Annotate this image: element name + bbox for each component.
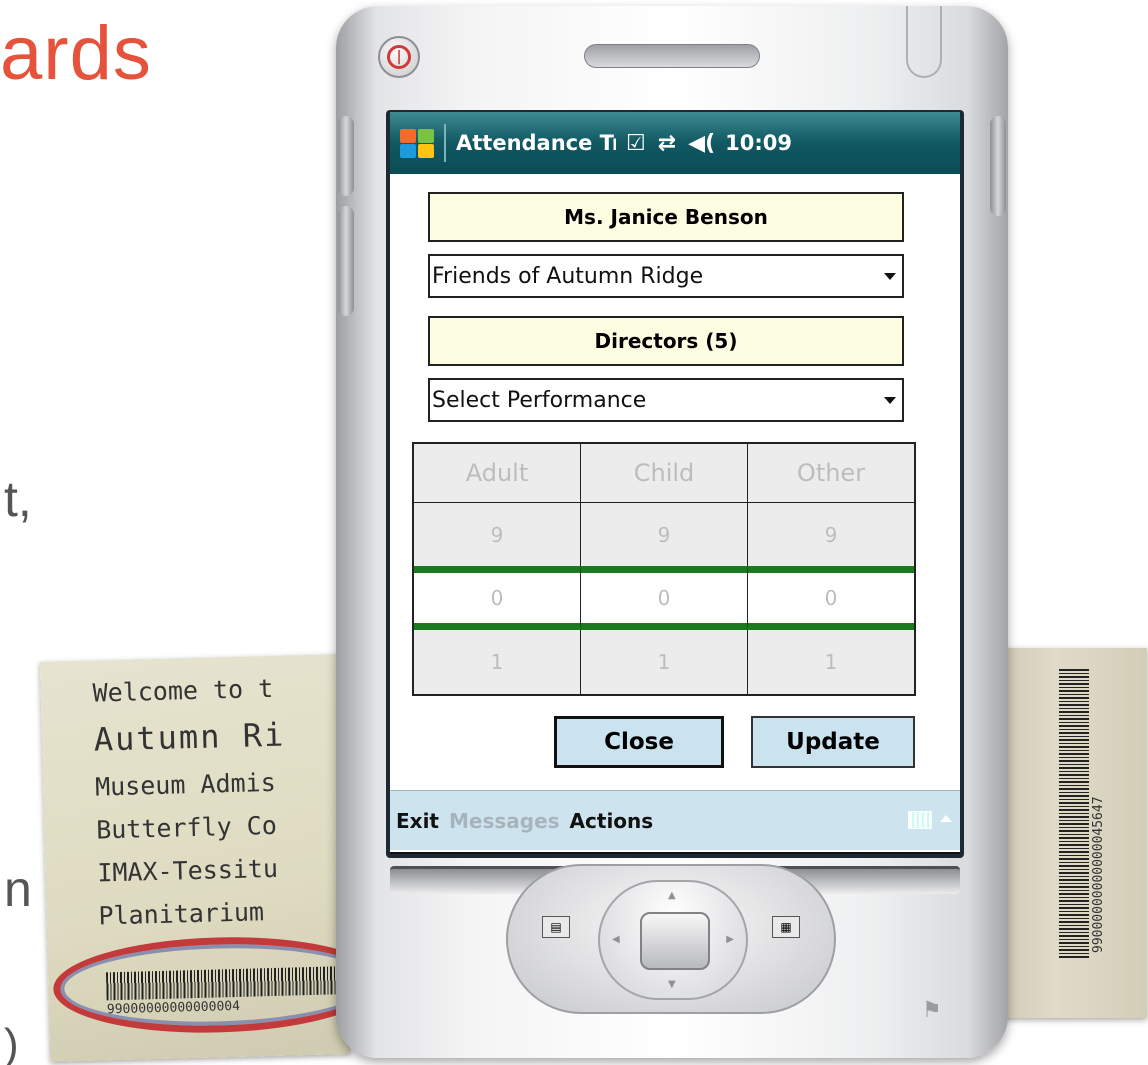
ticket-line: IMAX-Tessitu [96, 853, 279, 888]
speaker-icon[interactable]: ◀( [688, 131, 715, 156]
right-softkey-icon[interactable]: ▦ [772, 916, 800, 938]
close-button[interactable]: Close [554, 716, 724, 768]
barcode-ticket-photo: 99000000000000045647 [995, 648, 1147, 1018]
count-cell[interactable]: 9 [748, 502, 914, 566]
dropdown-arrow-icon[interactable] [884, 397, 896, 404]
column-header-adult: Adult [414, 444, 581, 502]
update-button[interactable]: Update [751, 716, 915, 768]
device-screen: Attendance Tr ☑ ⇄ ◀( 10:09 Ms. Janice Be… [390, 112, 960, 854]
count-cell[interactable]: 9 [414, 502, 581, 566]
checkbox-icon[interactable]: ☑ [626, 131, 646, 156]
dpad-center-button[interactable] [640, 912, 710, 970]
keyboard-icon[interactable] [908, 811, 932, 829]
performance-select-value: Select Performance [432, 387, 647, 413]
dpad-down-icon[interactable]: ▼ [668, 979, 676, 990]
slide-title-fragment: ards [0, 11, 152, 96]
count-cell[interactable]: 1 [414, 630, 581, 694]
column-header-other: Other [796, 459, 866, 487]
count-cell[interactable]: 0 [414, 566, 581, 630]
stylus-slot [906, 6, 942, 78]
dpad-right-icon[interactable]: ▶ [726, 934, 734, 945]
count-cell[interactable]: 1 [748, 630, 914, 694]
barcode-number: 99000000000000045647 [1091, 796, 1106, 953]
side-button [990, 116, 1006, 216]
admission-ticket-photo: Welcome to t Autumn Ri Museum Admis Butt… [39, 654, 351, 1062]
count-cell[interactable]: 9 [581, 502, 748, 566]
power-button[interactable]: | [378, 36, 420, 78]
dpad-left-icon[interactable]: ◀ [612, 934, 620, 945]
screen-bottom-border [390, 852, 960, 854]
speaker-grille [584, 44, 760, 68]
teacher-name-label: Ms. Janice Benson [428, 192, 904, 242]
side-button [338, 116, 354, 196]
organization-select[interactable]: Friends of Autumn Ridge [428, 254, 904, 298]
attendance-grid: Adult Child Other 9 9 9 0 0 0 1 1 1 [412, 442, 916, 696]
menu-exit[interactable]: Exit [396, 809, 439, 833]
organization-select-value: Friends of Autumn Ridge [432, 263, 704, 289]
ticket-line: Welcome to t [92, 673, 274, 708]
slide-text-fragment: n [4, 861, 32, 917]
left-softkey-icon[interactable]: ▤ [542, 916, 570, 938]
connectivity-icon[interactable]: ⇄ [658, 131, 676, 156]
title-separator [444, 124, 446, 162]
menu-actions[interactable]: Actions [570, 809, 654, 833]
power-icon: | [387, 45, 411, 69]
dropdown-arrow-icon[interactable] [884, 273, 896, 280]
performance-select[interactable]: Select Performance [428, 378, 904, 422]
count-cell[interactable]: 0 [581, 566, 748, 630]
title-bar: Attendance Tr ☑ ⇄ ◀( 10:09 [390, 112, 960, 174]
clock[interactable]: 10:09 [725, 131, 792, 155]
menu-bar: Exit Messages Actions [390, 790, 960, 850]
count-cell[interactable]: 1 [581, 630, 748, 694]
grid-row: 9 9 9 [414, 502, 914, 566]
ticket-line: Museum Admis [94, 767, 277, 802]
slide-text-fragment: ) [4, 1020, 19, 1065]
count-cell[interactable]: 0 [748, 566, 914, 630]
grid-row-selected: 0 0 0 [414, 566, 914, 630]
status-icons: ☑ ⇄ ◀( [626, 131, 715, 156]
side-button [338, 206, 354, 316]
directional-pad[interactable]: ▲ ▼ ◀ ▶ [598, 880, 748, 1000]
ticket-line: Butterfly Co [95, 810, 278, 845]
app-title: Attendance Tr [456, 131, 616, 155]
input-panel-arrow-icon[interactable] [940, 815, 952, 822]
group-label: Directors (5) [428, 316, 904, 366]
start-menu-icon[interactable] [398, 127, 436, 159]
ticket-line: Planitarium [98, 897, 265, 931]
column-header-child: Child [581, 444, 748, 502]
dpad-up-icon[interactable]: ▲ [668, 890, 676, 901]
pocket-pc-device: | Attendance Tr ☑ ⇄ ◀( 10:09 Ms. Janice … [336, 6, 1008, 1058]
barcode [1059, 668, 1089, 958]
grid-row: 1 1 1 [414, 630, 914, 694]
windows-logo-icon: ⚑ [922, 998, 942, 1023]
grid-header-row: Adult Child Other [414, 444, 914, 502]
ticket-line: Autumn Ri [93, 715, 286, 759]
slide-text-fragment: t, [4, 471, 32, 527]
menu-messages[interactable]: Messages [449, 809, 560, 833]
navigation-pad: ▤ ▦ ▲ ▼ ◀ ▶ [506, 864, 836, 1014]
